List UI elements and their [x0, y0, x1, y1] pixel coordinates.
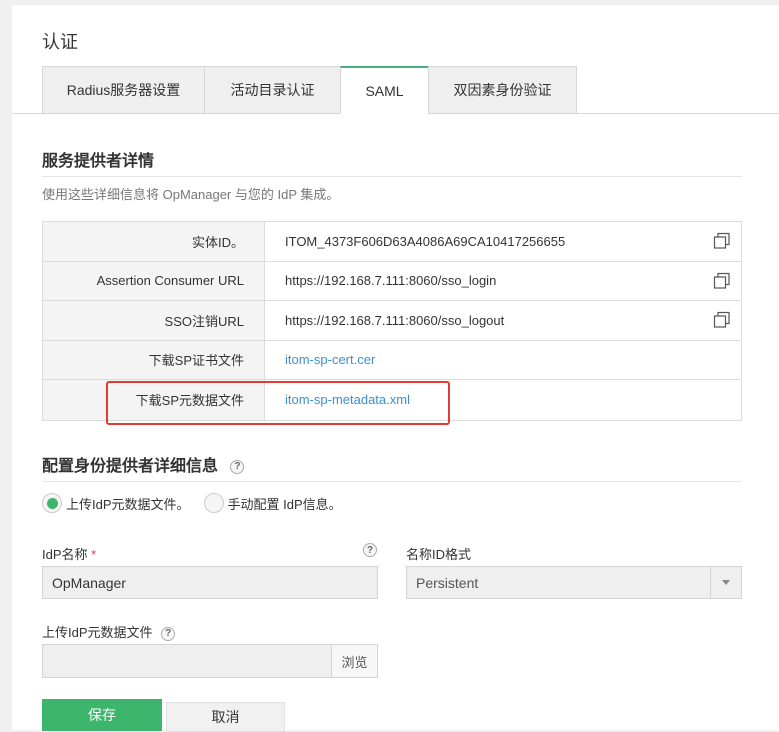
table-row: SSO注销URL https://192.168.7.111:8060/sso_…	[43, 301, 741, 341]
tab-active-directory[interactable]: 活动目录认证	[204, 66, 340, 114]
acs-url-text: https://192.168.7.111:8060/sso_login	[285, 273, 497, 289]
required-mark: *	[91, 547, 97, 562]
radio-manual-config-label: 手动配置 IdP信息。	[227, 496, 342, 512]
copy-icon[interactable]	[713, 232, 731, 250]
question-circle-icon[interactable]: ?	[161, 626, 176, 641]
cancel-button[interactable]: 取消	[166, 702, 285, 732]
acs-url-value: https://192.168.7.111:8060/sso_login	[265, 262, 741, 301]
name-id-format-selected: Persistent	[416, 574, 479, 591]
tab-radius[interactable]: Radius服务器设置	[42, 66, 204, 114]
radio-checked-icon	[42, 493, 62, 513]
idp-name-value: OpManager	[52, 574, 126, 591]
radio-unchecked-icon	[203, 493, 224, 513]
upload-metadata-label-text: 上传IdP元数据文件	[42, 625, 153, 640]
auth-tabs: Radius服务器设置 活动目录认证 SAML 双因素身份验证	[42, 66, 577, 114]
table-row: Assertion Consumer URL https://192.168.7…	[43, 261, 741, 301]
copy-icon[interactable]	[713, 311, 731, 329]
idp-config-mode-radios: 上传IdP元数据文件。 手动配置 IdP信息。	[42, 493, 356, 513]
idp-name-label: IdP名称 *	[42, 544, 96, 563]
chevron-down-icon	[710, 567, 741, 598]
sp-metadata-download-link[interactable]: itom-sp-metadata.xml	[285, 392, 410, 407]
table-row: 实体ID。 ITOM_4373F606D63A4086A69CA10417256…	[43, 222, 741, 262]
idp-config-title: 配置身份提供者详细信息 ?	[42, 452, 245, 476]
sp-cert-download-value: itom-sp-cert.cer	[265, 341, 741, 380]
entity-id-value: ITOM_4373F606D63A4086A69CA10417256655	[265, 222, 741, 261]
sso-logout-url-label: SSO注销URL	[43, 301, 265, 340]
question-circle-icon[interactable]: ?	[230, 459, 245, 474]
upload-file-input[interactable]	[42, 644, 332, 678]
section-divider	[42, 176, 742, 177]
name-id-format-select[interactable]: Persistent	[406, 566, 742, 599]
idp-config-title-text: 配置身份提供者详细信息	[42, 458, 219, 475]
acs-url-label: Assertion Consumer URL	[43, 261, 265, 300]
tab-two-factor[interactable]: 双因素身份验证	[428, 66, 577, 114]
tab-saml[interactable]: SAML	[340, 66, 428, 114]
upload-metadata-label: 上传IdP元数据文件 ?	[42, 622, 176, 641]
sso-logout-url-text: https://192.168.7.111:8060/sso_logout	[285, 312, 505, 328]
idp-name-label-text: IdP名称	[42, 547, 88, 562]
sp-metadata-download-label: 下载SP元数据文件	[43, 380, 265, 420]
section-divider	[42, 481, 742, 482]
radio-upload-metadata-label: 上传IdP元数据文件。	[66, 496, 190, 512]
browse-button[interactable]: 浏览	[331, 644, 378, 678]
table-row: 下载SP元数据文件 itom-sp-metadata.xml	[43, 380, 741, 420]
sso-logout-url-value: https://192.168.7.111:8060/sso_logout	[265, 301, 741, 340]
idp-name-input[interactable]: OpManager	[42, 566, 378, 599]
page-title: 认证	[42, 32, 78, 52]
sp-details-title: 服务提供者详情	[42, 153, 155, 170]
entity-id-text: ITOM_4373F606D63A4086A69CA10417256655	[285, 233, 566, 249]
sp-cert-download-label: 下载SP证书文件	[43, 340, 265, 379]
question-circle-icon[interactable]: ?	[363, 543, 377, 557]
entity-id-label: 实体ID。	[43, 222, 265, 261]
copy-icon[interactable]	[713, 272, 731, 290]
sp-cert-download-link[interactable]: itom-sp-cert.cer	[285, 352, 375, 367]
save-button[interactable]: 保存	[42, 699, 162, 731]
name-id-format-label: 名称ID格式	[406, 547, 472, 562]
table-row: 下载SP证书文件 itom-sp-cert.cer	[43, 340, 741, 380]
sp-metadata-download-value: itom-sp-metadata.xml	[265, 380, 741, 420]
sp-details-table: 实体ID。 ITOM_4373F606D63A4086A69CA10417256…	[42, 221, 742, 421]
radio-manual-config[interactable]: 手动配置 IdP信息。	[203, 493, 342, 513]
radio-upload-metadata[interactable]: 上传IdP元数据文件。	[42, 493, 190, 513]
sp-details-description: 使用这些详细信息将 OpManager 与您的 IdP 集成。	[42, 187, 340, 202]
